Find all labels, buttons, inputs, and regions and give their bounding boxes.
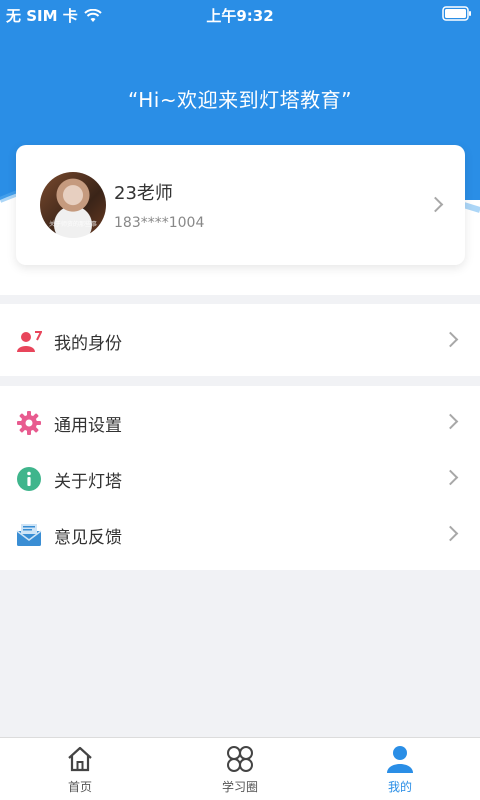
- profile-phone: 183****1004: [114, 215, 205, 231]
- mail-icon: [16, 524, 42, 546]
- info-icon: [17, 467, 41, 491]
- welcome-text: “Hi~欢迎来到灯塔教育”: [128, 88, 352, 112]
- menu-label-settings: 通用设置: [54, 416, 122, 436]
- profile-name: 23老师: [114, 183, 173, 204]
- chevron-right-icon: [427, 196, 444, 213]
- chevron-right-icon: [442, 331, 459, 348]
- person-icon: [387, 746, 413, 773]
- tab-label-mine: 我的: [387, 780, 412, 794]
- avatar: 关于师资的那些事: [40, 172, 106, 238]
- menu-item-feedback[interactable]: 意见反馈: [0, 506, 480, 562]
- status-bar: 无 SIM 卡 上午9:32: [0, 0, 480, 28]
- menu-group-identity: 我的身份: [0, 304, 480, 376]
- battery-icon: [442, 6, 472, 25]
- menu-label-about: 关于灯塔: [54, 472, 122, 492]
- menu-group-general: 通用设置 关于灯塔 意见反馈: [0, 386, 480, 570]
- user-badge-icon: [17, 331, 42, 352]
- menu-label-feedback: 意见反馈: [54, 528, 122, 548]
- menu-item-identity[interactable]: 我的身份: [0, 312, 480, 368]
- menu-label-identity: 我的身份: [54, 334, 122, 354]
- tab-label-study-circle: 学习圈: [221, 780, 258, 794]
- chevron-right-icon: [442, 525, 459, 542]
- chevron-right-icon: [442, 469, 459, 486]
- circles-icon: [227, 746, 253, 772]
- avatar-caption: 关于师资的那些事: [48, 221, 97, 228]
- menu-item-settings[interactable]: 通用设置: [0, 394, 480, 450]
- status-time: 上午9:32: [206, 7, 274, 25]
- home-icon: [68, 746, 92, 772]
- tab-bar: 首页 学习圈 我的: [0, 737, 480, 800]
- gear-icon: [17, 411, 41, 435]
- menu-item-about[interactable]: 关于灯塔: [0, 450, 480, 506]
- chevron-right-icon: [442, 413, 459, 430]
- tab-home[interactable]: 首页: [0, 738, 160, 800]
- tab-mine[interactable]: 我的: [320, 738, 480, 800]
- tab-label-home: 首页: [67, 780, 92, 794]
- tab-study-circle[interactable]: 学习圈: [160, 738, 320, 800]
- profile-card[interactable]: 关于师资的那些事 23老师 183****1004: [16, 145, 465, 265]
